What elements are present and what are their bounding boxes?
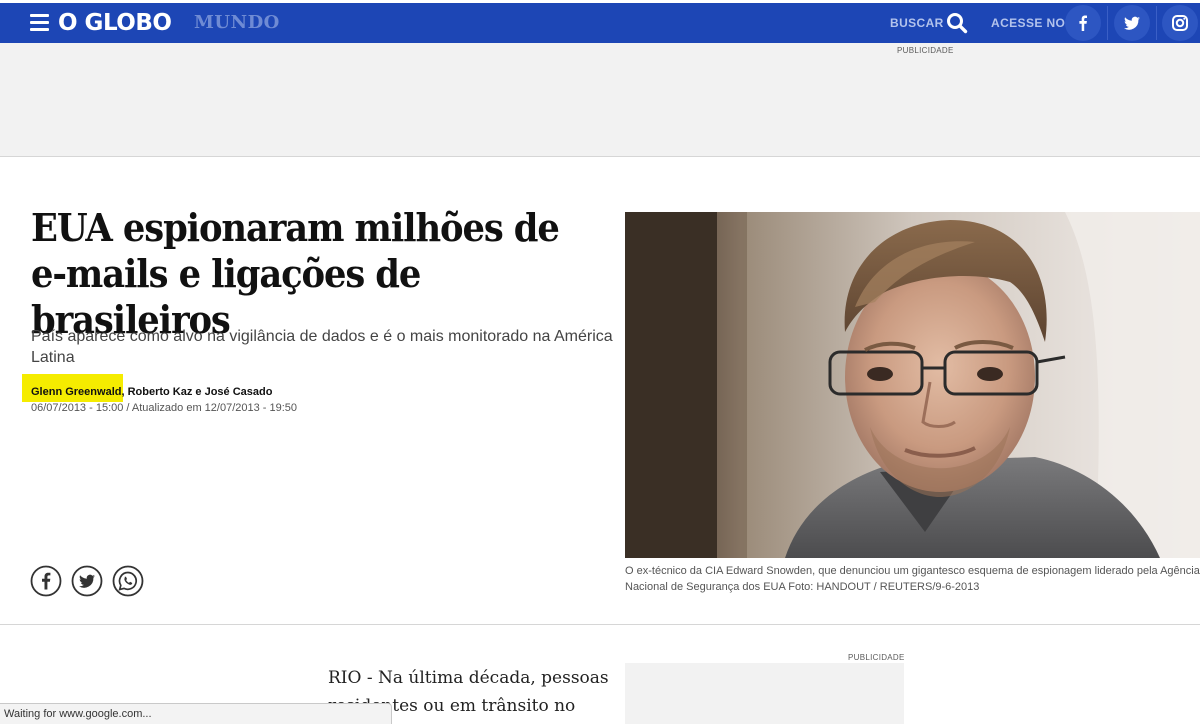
access-label: ACESSE NO <box>991 16 1066 30</box>
page: O GLOBO MUNDO BUSCAR ACESSE NO PUBLICIDA… <box>0 0 1200 724</box>
top-ad-banner[interactable]: PUBLICIDADE <box>0 43 1200 157</box>
section-title[interactable]: MUNDO <box>194 12 280 34</box>
search-label[interactable]: BUSCAR <box>890 16 944 30</box>
top-navigation-bar: O GLOBO MUNDO BUSCAR ACESSE NO <box>0 3 1200 43</box>
dateline: 06/07/2013 - 15:00 / Atualizado em 12/07… <box>31 402 298 414</box>
header-divider <box>1156 6 1157 40</box>
instagram-icon <box>1172 15 1188 31</box>
twitter-share-icon <box>71 565 103 597</box>
facebook-share-button[interactable] <box>30 565 62 597</box>
search-icon[interactable] <box>946 12 968 34</box>
browser-status-bar: Waiting for www.google.com... <box>0 703 392 724</box>
facebook-button[interactable] <box>1065 5 1101 41</box>
twitter-button[interactable] <box>1114 5 1150 41</box>
whatsapp-share-button[interactable] <box>112 565 144 597</box>
twitter-share-button[interactable] <box>71 565 103 597</box>
author-link[interactable]: Glenn Greenwald <box>31 386 121 398</box>
hamburger-menu-icon[interactable] <box>30 14 49 31</box>
facebook-share-icon <box>30 565 62 597</box>
instagram-button[interactable] <box>1162 5 1198 41</box>
byline: Glenn Greenwald, Roberto Kaz e José Casa… <box>31 385 272 399</box>
snowden-portrait <box>625 212 1200 558</box>
ad-label: PUBLICIDADE <box>897 46 954 55</box>
photo-caption: O ex-técnico da CIA Edward Snowden, que … <box>625 565 1200 593</box>
twitter-icon <box>1124 16 1140 30</box>
co-authors: , Roberto Kaz e José Casado <box>121 386 273 398</box>
article-headline: EUA espionaram milhões de e-mails e liga… <box>31 205 560 342</box>
whatsapp-share-icon <box>112 565 144 597</box>
facebook-icon <box>1079 15 1087 31</box>
side-ad-box[interactable] <box>625 663 904 724</box>
site-logo[interactable]: O GLOBO <box>58 9 172 37</box>
article-subtitle: País aparece como alvo na vigilância de … <box>31 328 613 366</box>
side-ad-label: PUBLICIDADE <box>848 653 905 662</box>
section-divider <box>0 624 1200 625</box>
header-divider <box>1107 6 1108 40</box>
article-photo[interactable] <box>625 212 1200 558</box>
